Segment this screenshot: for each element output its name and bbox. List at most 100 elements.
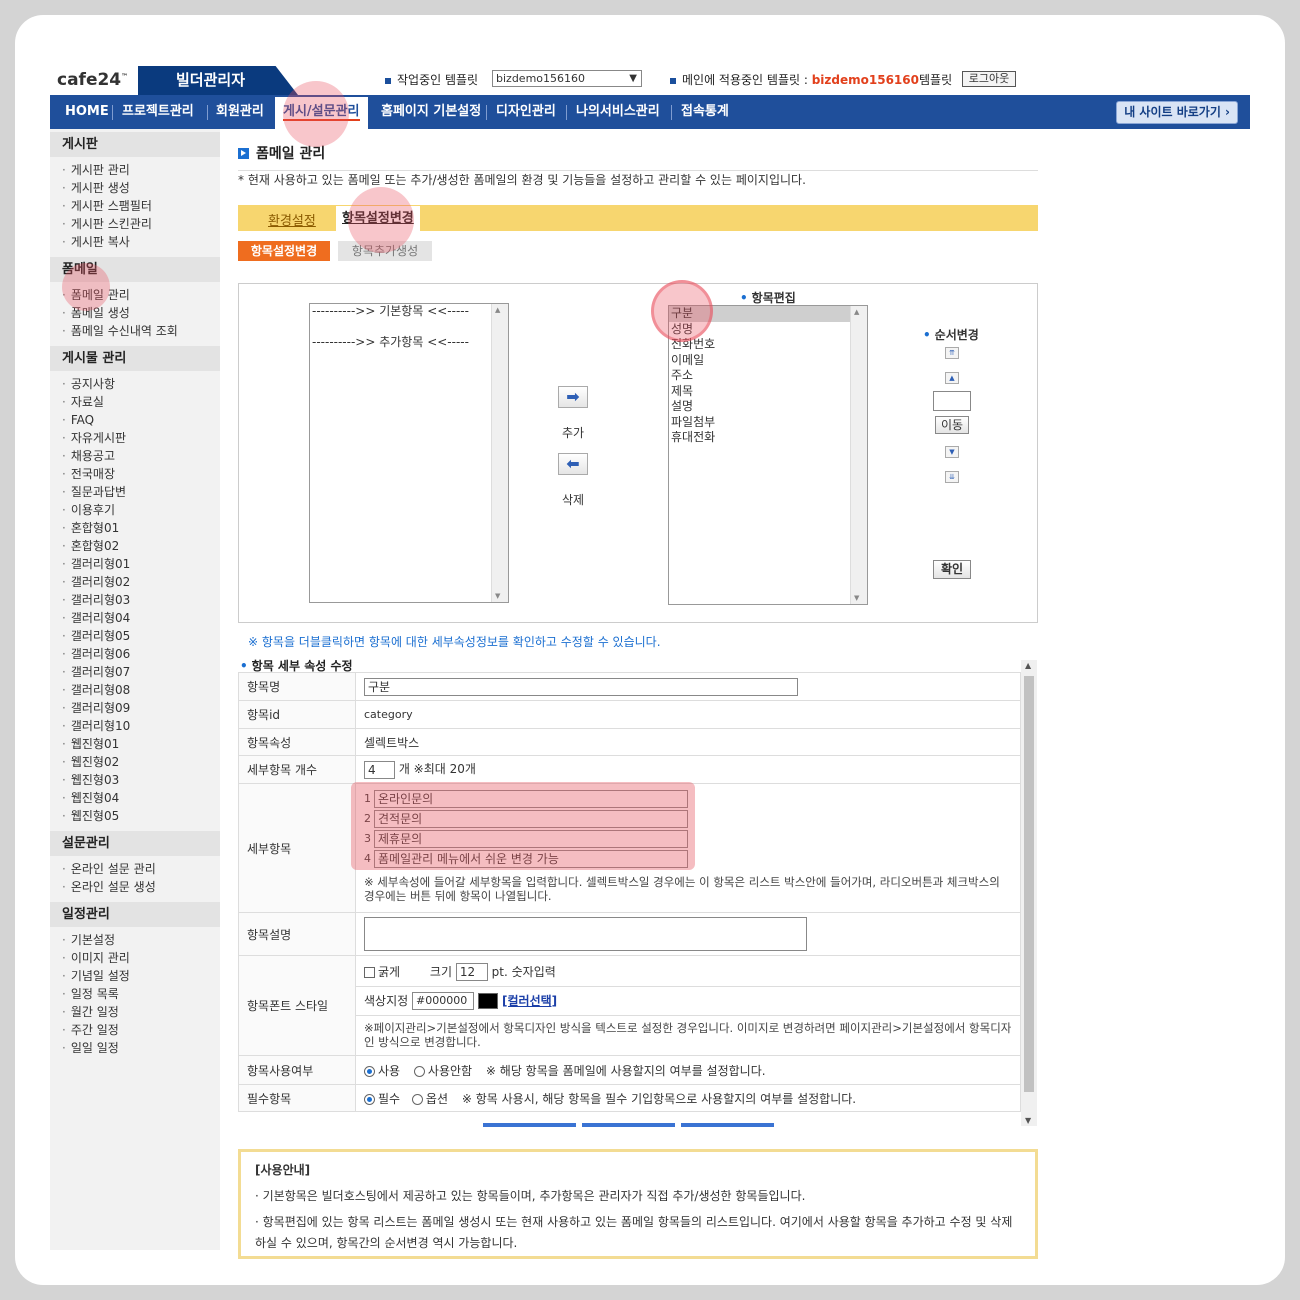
nav-member[interactable]: 회원관리: [216, 95, 264, 129]
sidebar-item[interactable]: 온라인 설문 생성: [62, 878, 220, 896]
delete-arrow-button[interactable]: ⬅: [558, 453, 588, 475]
sidebar-item[interactable]: FAQ: [62, 411, 220, 429]
list-item[interactable]: 구분: [669, 306, 867, 322]
sidebar-item[interactable]: 혼합형02: [62, 537, 220, 555]
list-item[interactable]: 성명: [669, 322, 867, 338]
sidebar-item[interactable]: 게시판 스킨관리: [62, 215, 220, 233]
move-down-icon[interactable]: ▼: [945, 446, 959, 458]
nav-my-service[interactable]: 나의서비스관리: [576, 95, 660, 129]
sidebar-item[interactable]: 갤러리형08: [62, 681, 220, 699]
list-item[interactable]: 이메일: [669, 353, 867, 369]
sidebar-item[interactable]: 갤러리형02: [62, 573, 220, 591]
sidebar-item[interactable]: 일일 일정: [62, 1039, 220, 1057]
working-template-select[interactable]: bizdemo156160 ▼: [492, 70, 642, 87]
nav-project[interactable]: 프로젝트관리: [122, 95, 194, 129]
color-input[interactable]: #000000: [412, 992, 474, 1010]
cancel-button[interactable]: [681, 1123, 774, 1127]
subtab-item-settings[interactable]: 항목설정변경: [238, 241, 330, 261]
sidebar-item[interactable]: 폼메일 수신내역 조회: [62, 322, 220, 340]
sidebar-item[interactable]: 이미지 관리: [62, 949, 220, 967]
add-label: 추가: [562, 426, 585, 440]
sidebar-item[interactable]: 주간 일정: [62, 1021, 220, 1039]
subtab-add-item[interactable]: 항목추가생성: [338, 241, 432, 261]
item-desc-textarea[interactable]: [364, 917, 807, 951]
save-button[interactable]: [483, 1123, 576, 1127]
move-button[interactable]: 이동: [935, 416, 969, 434]
sidebar-item[interactable]: 갤러리형04: [62, 609, 220, 627]
sidebar-item[interactable]: 게시판 스팸필터: [62, 197, 220, 215]
list-item[interactable]: ---------->> 추가항목 <<-----: [310, 335, 508, 351]
sidebar-item[interactable]: 전국매장: [62, 465, 220, 483]
scrollbar[interactable]: [491, 304, 508, 602]
color-pick-link[interactable]: [컬러선택]: [502, 994, 557, 1008]
font-size-input[interactable]: 12: [455, 963, 488, 981]
my-site-button[interactable]: 내 사이트 바로가기 ›: [1116, 101, 1238, 124]
nav-home[interactable]: HOME: [65, 95, 109, 129]
sidebar-item[interactable]: 월간 일정: [62, 1003, 220, 1021]
list-item[interactable]: 주소: [669, 368, 867, 384]
list-item[interactable]: [310, 320, 508, 336]
sidebar-item[interactable]: 게시판 관리: [62, 161, 220, 179]
sidebar-item[interactable]: 갤러리형03: [62, 591, 220, 609]
sidebar-item[interactable]: 게시판 생성: [62, 179, 220, 197]
nav-board-survey[interactable]: 게시/설문관리: [275, 97, 368, 129]
required-on-radio[interactable]: [364, 1093, 375, 1105]
sidebar-item[interactable]: 자유게시판: [62, 429, 220, 447]
sidebar-item[interactable]: 채용공고: [62, 447, 220, 465]
sidebar-item[interactable]: 온라인 설문 관리: [62, 860, 220, 878]
use-on-radio[interactable]: [364, 1065, 375, 1077]
color-swatch[interactable]: [478, 993, 498, 1009]
sidebar-item[interactable]: 공지사항: [62, 375, 220, 393]
sidebar-item[interactable]: 웹진형01: [62, 735, 220, 753]
sidebar-item[interactable]: 이용후기: [62, 501, 220, 519]
confirm-order-button[interactable]: 확인: [933, 560, 971, 579]
move-bottom-icon[interactable]: ⇊: [945, 471, 959, 483]
move-up-icon[interactable]: ▲: [945, 372, 959, 384]
sidebar-item[interactable]: 웹진형02: [62, 753, 220, 771]
nav-homepage-settings[interactable]: 홈페이지 기본설정: [381, 95, 481, 129]
cafe24-logo: cafe24™: [57, 70, 129, 90]
tab-item-settings[interactable]: 항목설정변경: [336, 206, 420, 231]
required-off-radio[interactable]: [411, 1093, 423, 1105]
sidebar-item[interactable]: 갤러리형06: [62, 645, 220, 663]
target-item-list[interactable]: 구분 성명 전화번호 이메일 주소 제목 설명 파일첨부 휴대전화: [668, 305, 868, 605]
reset-button[interactable]: [582, 1123, 675, 1127]
detail-scrollbar[interactable]: ▲ ▼: [1021, 660, 1037, 1126]
list-item[interactable]: 설명: [669, 399, 867, 415]
sidebar-item[interactable]: 폼메일 생성: [62, 304, 220, 322]
list-item[interactable]: 파일첨부: [669, 415, 867, 431]
sidebar-item[interactable]: 갤러리형10: [62, 717, 220, 735]
sidebar-item[interactable]: 기념일 설정: [62, 967, 220, 985]
sidebar-item-formmail-manage[interactable]: 폼메일 관리: [62, 286, 220, 304]
sidebar-item[interactable]: 자료실: [62, 393, 220, 411]
sidebar-item[interactable]: 일정 목록: [62, 985, 220, 1003]
add-arrow-button[interactable]: ➡: [558, 386, 588, 408]
sidebar-item[interactable]: 질문과답변: [62, 483, 220, 501]
list-item[interactable]: 전화번호: [669, 337, 867, 353]
move-top-icon[interactable]: ⇈: [945, 347, 959, 359]
sub-count-input[interactable]: 4: [364, 760, 395, 779]
sidebar-item[interactable]: 갤러리형07: [62, 663, 220, 681]
sidebar-item[interactable]: 갤러리형05: [62, 627, 220, 645]
move-position-input[interactable]: [933, 391, 971, 411]
sidebar-item[interactable]: 갤러리형09: [62, 699, 220, 717]
sidebar-item[interactable]: 혼합형01: [62, 519, 220, 537]
sidebar-item[interactable]: 웹진형04: [62, 789, 220, 807]
sidebar-item[interactable]: 게시판 복사: [62, 233, 220, 251]
logout-button[interactable]: 로그아웃: [962, 71, 1016, 87]
sidebar-item[interactable]: 기본설정: [62, 931, 220, 949]
tab-environment[interactable]: 환경설정: [268, 210, 316, 229]
scrollbar[interactable]: [850, 306, 867, 604]
list-item[interactable]: 제목: [669, 384, 867, 400]
nav-design[interactable]: 디자인관리: [496, 95, 556, 129]
sidebar-item[interactable]: 웹진형05: [62, 807, 220, 825]
source-item-list[interactable]: ---------->> 기본항목 <<----- ---------->> 추…: [309, 303, 509, 603]
list-item[interactable]: 휴대전화: [669, 430, 867, 446]
sidebar-item[interactable]: 웹진형03: [62, 771, 220, 789]
bold-checkbox[interactable]: [364, 966, 375, 978]
use-off-radio[interactable]: [413, 1065, 425, 1077]
item-name-input[interactable]: 구분: [364, 677, 798, 696]
nav-stats[interactable]: 접속통계: [681, 95, 729, 129]
list-item[interactable]: ---------->> 기본항목 <<-----: [310, 304, 508, 320]
sidebar-item[interactable]: 갤러리형01: [62, 555, 220, 573]
